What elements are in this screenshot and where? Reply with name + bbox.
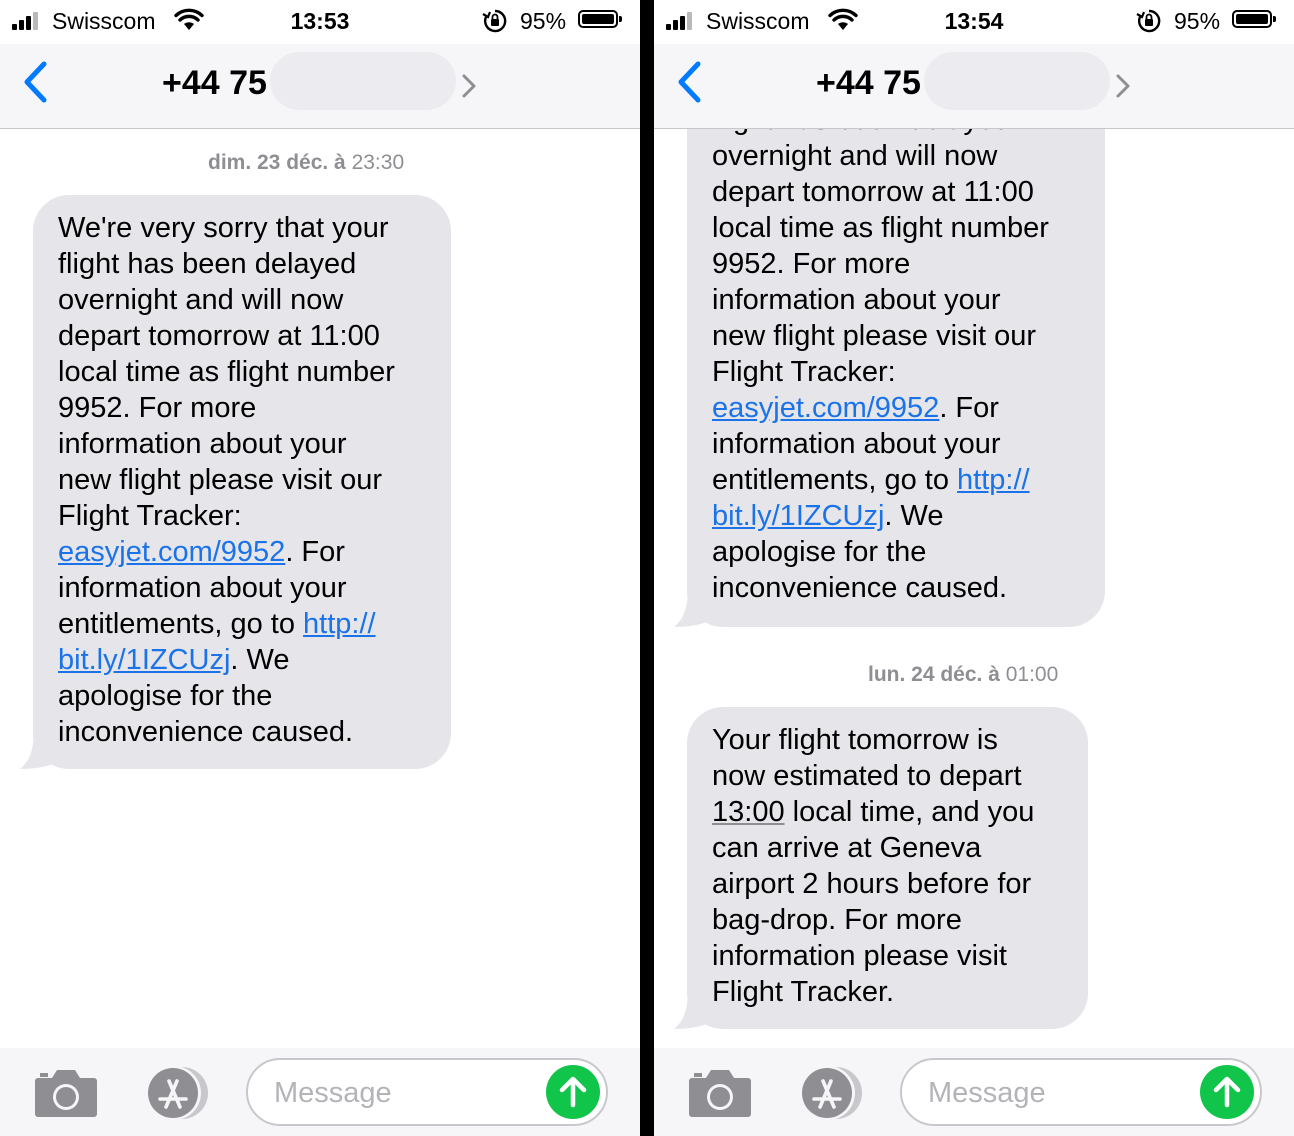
message-line: local time as flight number bbox=[58, 356, 395, 388]
message-line: depart tomorrow at 11:00 bbox=[712, 176, 1034, 208]
conversation-header: +44 75 bbox=[654, 44, 1294, 129]
message-line: We're very sorry that your bbox=[58, 212, 389, 244]
send-button[interactable] bbox=[1200, 1065, 1254, 1119]
details-chevron-icon[interactable] bbox=[1114, 72, 1132, 105]
send-button[interactable] bbox=[546, 1065, 600, 1119]
message-text: . We bbox=[230, 644, 290, 676]
message-line: bag-drop. For more bbox=[712, 904, 962, 936]
camera-icon[interactable] bbox=[688, 1066, 752, 1123]
message-line: new flight please visit our bbox=[712, 320, 1036, 352]
message-input[interactable] bbox=[926, 1074, 1190, 1112]
message-line: inconvenience caused. bbox=[712, 572, 1008, 604]
message-line: inconvenience caused. bbox=[58, 716, 354, 748]
rotation-lock-icon bbox=[482, 8, 508, 40]
message-line: information about your bbox=[58, 428, 347, 460]
app-store-icon[interactable] bbox=[796, 1065, 866, 1126]
message-line: entitlements, go to http:// bbox=[58, 606, 427, 642]
contact-name[interactable]: +44 75 bbox=[162, 64, 267, 103]
contact-name-blur bbox=[924, 52, 1110, 110]
message-text: . We bbox=[884, 500, 944, 532]
message-text: local time, and you bbox=[784, 796, 1035, 828]
message-line: easyjet.com/9952. For bbox=[712, 390, 1081, 426]
message-text: entitlements, go to bbox=[58, 608, 304, 640]
send-arrow-icon bbox=[1213, 1076, 1241, 1108]
message-thread[interactable]: dim. 23 déc. à 23:30 We're very sorry th… bbox=[0, 129, 640, 1048]
battery-icon bbox=[578, 10, 622, 28]
battery-percent: 95% bbox=[1174, 8, 1221, 34]
timestamp-day: lun. 24 déc. à bbox=[868, 663, 1000, 686]
message-input[interactable] bbox=[272, 1074, 536, 1112]
timestamp-day: dim. 23 déc. à bbox=[208, 151, 346, 174]
message-line: flight has been delayed bbox=[58, 248, 357, 280]
details-chevron-icon[interactable] bbox=[460, 72, 478, 105]
message-line: easyjet.com/9952. For bbox=[58, 534, 427, 570]
message-field[interactable] bbox=[900, 1058, 1262, 1126]
message-line: Your flight tomorrow is bbox=[712, 724, 998, 756]
message-line: apologise for the bbox=[58, 680, 273, 712]
message-line: 9952. For more bbox=[712, 248, 911, 280]
message-bubble[interactable]: Your flight tomorrow is now estimated to… bbox=[687, 707, 1088, 1029]
message-text: . For bbox=[939, 392, 999, 424]
timestamp-time: 01:00 bbox=[1005, 663, 1059, 686]
rotation-lock-icon bbox=[1136, 8, 1162, 40]
right-phone-screen: Swisscom 13:54 95% +44 75 flight has bee… bbox=[654, 0, 1294, 1136]
message-input-bar bbox=[0, 1048, 640, 1136]
message-text: entitlements, go to bbox=[712, 464, 958, 496]
bitly-link[interactable]: http:// bbox=[303, 608, 376, 640]
message-line: can arrive at Geneva bbox=[712, 832, 982, 864]
contact-name[interactable]: +44 75 bbox=[816, 64, 921, 103]
message-line: now estimated to depart bbox=[712, 760, 1022, 792]
status-bar: Swisscom 13:53 95% bbox=[0, 0, 640, 44]
message-timestamp: dim. 23 déc. à 23:30 bbox=[208, 151, 404, 175]
message-line: overnight and will now bbox=[58, 284, 344, 316]
message-line: 9952. For more bbox=[58, 392, 257, 424]
battery-percent: 95% bbox=[520, 8, 567, 34]
message-timestamp: lun. 24 déc. à 01:00 bbox=[868, 663, 1058, 687]
message-input-bar bbox=[654, 1048, 1294, 1136]
message-thread[interactable]: flight has been delayed overnight and wi… bbox=[654, 129, 1294, 1048]
message-line: information about your bbox=[712, 284, 1001, 316]
bitly-link[interactable]: http:// bbox=[957, 464, 1030, 496]
back-chevron-icon[interactable] bbox=[20, 60, 50, 109]
message-line: 13:00 local time, and you bbox=[712, 794, 1064, 830]
bitly-link[interactable]: bit.ly/1IZCUzj bbox=[712, 500, 884, 532]
message-line: depart tomorrow at 11:00 bbox=[58, 320, 380, 352]
message-bubble[interactable]: We're very sorry that your flight has be… bbox=[33, 195, 451, 769]
message-line: entitlements, go to http:// bbox=[712, 462, 1081, 498]
message-line: airport 2 hours before for bbox=[712, 868, 1032, 900]
message-text: . For bbox=[285, 536, 345, 568]
time-detected-link[interactable]: 13:00 bbox=[712, 796, 785, 828]
message-line: local time as flight number bbox=[712, 212, 1049, 244]
message-line: information about your bbox=[712, 428, 1001, 460]
message-line: apologise for the bbox=[712, 536, 927, 568]
contact-name-blur bbox=[270, 52, 456, 110]
conversation-header: +44 75 bbox=[0, 44, 640, 129]
send-arrow-icon bbox=[559, 1076, 587, 1108]
battery-icon bbox=[1232, 10, 1276, 28]
message-line: Flight Tracker: bbox=[712, 356, 896, 388]
message-line: flight has been delayed bbox=[712, 129, 1081, 138]
easyjet-link[interactable]: easyjet.com/9952 bbox=[58, 536, 285, 568]
camera-icon[interactable] bbox=[34, 1066, 98, 1123]
back-chevron-icon[interactable] bbox=[674, 60, 704, 109]
message-line: bit.ly/1IZCUzj. We bbox=[712, 498, 1081, 534]
left-phone-screen: Swisscom 13:53 95% +44 75 dim. 23 déc. à… bbox=[0, 0, 640, 1136]
timestamp-time: 23:30 bbox=[351, 151, 405, 174]
app-store-icon[interactable] bbox=[142, 1065, 212, 1126]
message-bubble[interactable]: flight has been delayed overnight and wi… bbox=[687, 129, 1105, 627]
message-line: bit.ly/1IZCUzj. We bbox=[58, 642, 427, 678]
message-line: Flight Tracker. bbox=[712, 976, 895, 1008]
bitly-link[interactable]: bit.ly/1IZCUzj bbox=[58, 644, 230, 676]
message-line: Flight Tracker: bbox=[58, 500, 242, 532]
easyjet-link[interactable]: easyjet.com/9952 bbox=[712, 392, 939, 424]
message-line: new flight please visit our bbox=[58, 464, 382, 496]
message-line: overnight and will now bbox=[712, 140, 998, 172]
message-line: information about your bbox=[58, 572, 347, 604]
status-bar: Swisscom 13:54 95% bbox=[654, 0, 1294, 44]
message-field[interactable] bbox=[246, 1058, 608, 1126]
message-line: information please visit bbox=[712, 940, 1007, 972]
